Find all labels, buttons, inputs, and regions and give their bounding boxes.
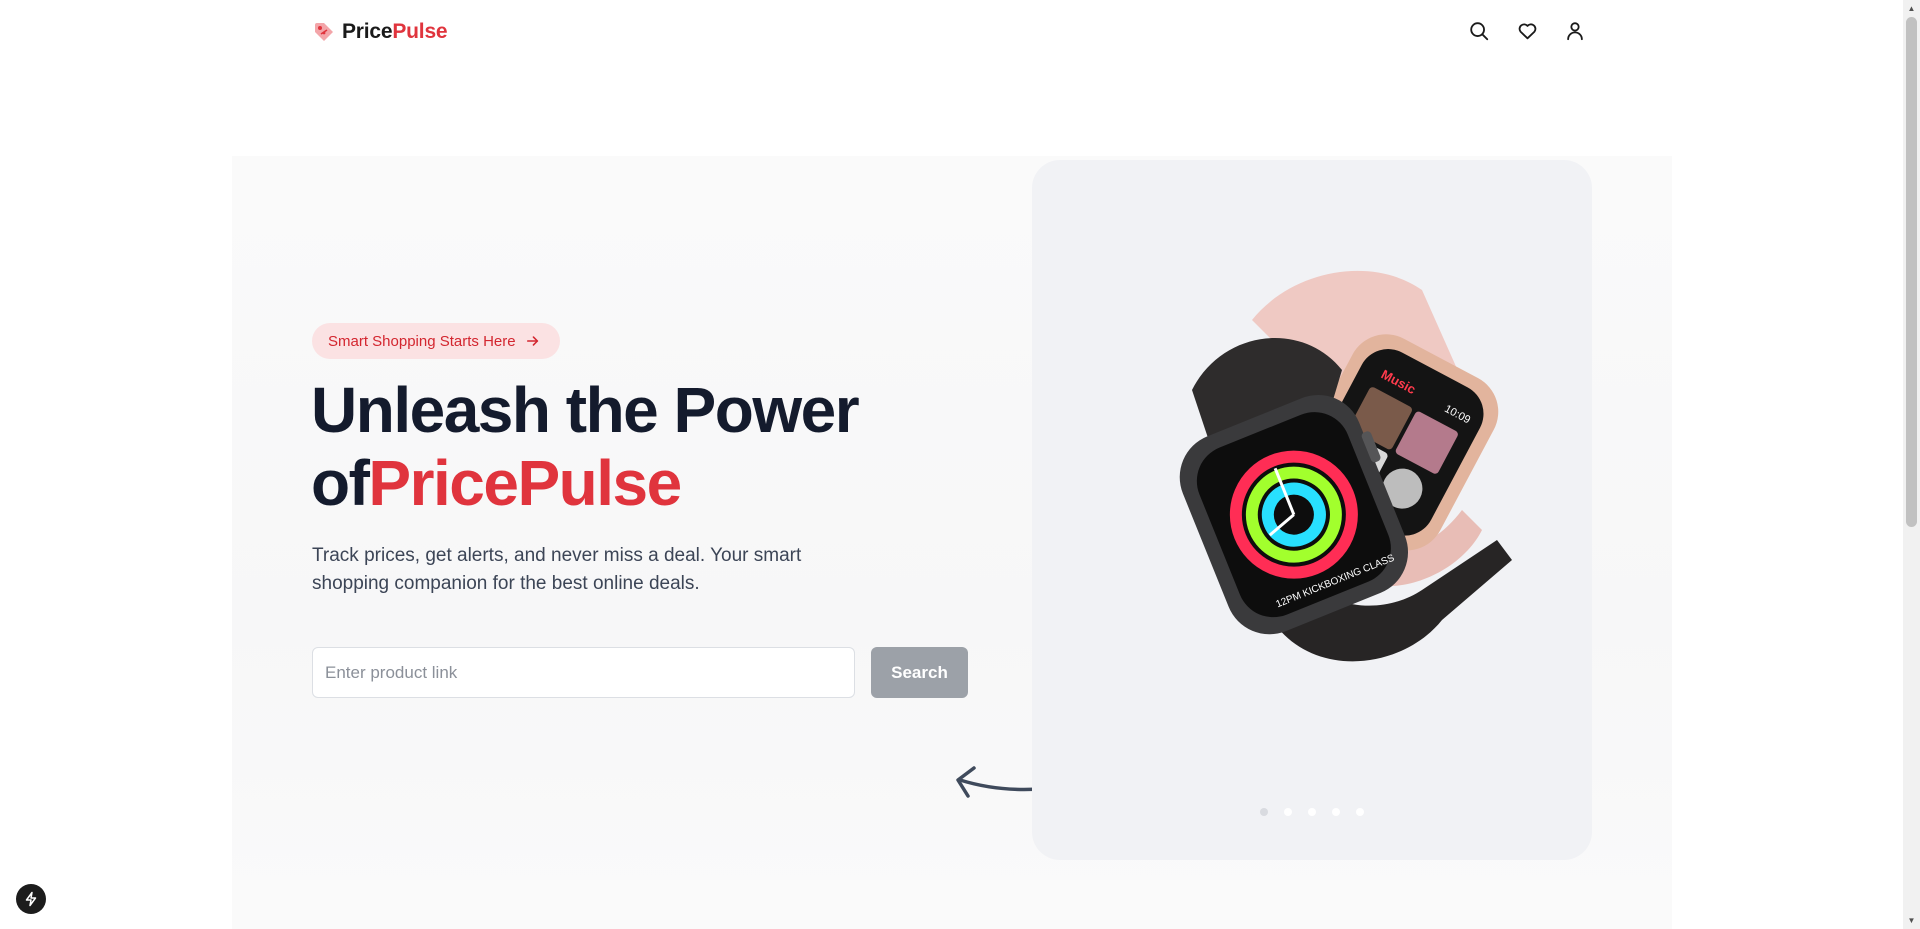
arrow-right-icon — [526, 336, 538, 346]
headline-accent: PricePulse — [368, 447, 682, 519]
headline-line1: Unleash the Power — [311, 374, 860, 446]
heart-icon[interactable] — [1514, 18, 1540, 44]
scroll-up-icon[interactable]: ▲ — [1903, 0, 1920, 17]
badge-text: Smart Shopping Starts Here — [328, 332, 516, 350]
carousel-dot-4[interactable] — [1332, 808, 1340, 816]
scroll-down-icon[interactable]: ▼ — [1903, 912, 1920, 929]
product-carousel[interactable]: Music 10:09 Running Tunes 12PM KICK — [1032, 160, 1592, 860]
scrollbar-thumb[interactable] — [1906, 17, 1917, 527]
search-icon[interactable] — [1466, 18, 1492, 44]
tagline-badge[interactable]: Smart Shopping Starts Here — [312, 323, 560, 359]
product-link-input[interactable] — [312, 647, 855, 698]
hero-headline: Unleash the Power ofPricePulse — [311, 374, 931, 520]
brand-accent: Pulse — [392, 20, 448, 43]
page: PricePulse Smart Shopping Starts Here Un… — [0, 0, 1920, 929]
vertical-scrollbar[interactable]: ▲ ▼ — [1903, 0, 1920, 929]
lightning-icon[interactable] — [16, 884, 46, 914]
carousel-dot-3[interactable] — [1308, 808, 1316, 816]
carousel-dots — [1032, 808, 1592, 816]
price-tag-icon — [315, 23, 333, 41]
search-button[interactable]: Search — [871, 647, 968, 698]
carousel-dot-1[interactable] — [1260, 808, 1268, 816]
navbar: PricePulse — [0, 0, 1903, 64]
user-icon[interactable] — [1562, 18, 1588, 44]
nav-actions — [1466, 18, 1588, 44]
smartwatch-image: Music 10:09 Running Tunes 12PM KICK — [1179, 270, 1512, 662]
hero-subtext: Track prices, get alerts, and never miss… — [312, 545, 802, 594]
brand-name: PricePulse — [342, 20, 448, 44]
brand-logo[interactable]: PricePulse — [312, 18, 448, 46]
brand-prefix: Price — [342, 20, 393, 43]
carousel-dot-2[interactable] — [1284, 808, 1292, 816]
headline-prefix: of — [311, 447, 370, 519]
carousel-dot-5[interactable] — [1356, 808, 1364, 816]
